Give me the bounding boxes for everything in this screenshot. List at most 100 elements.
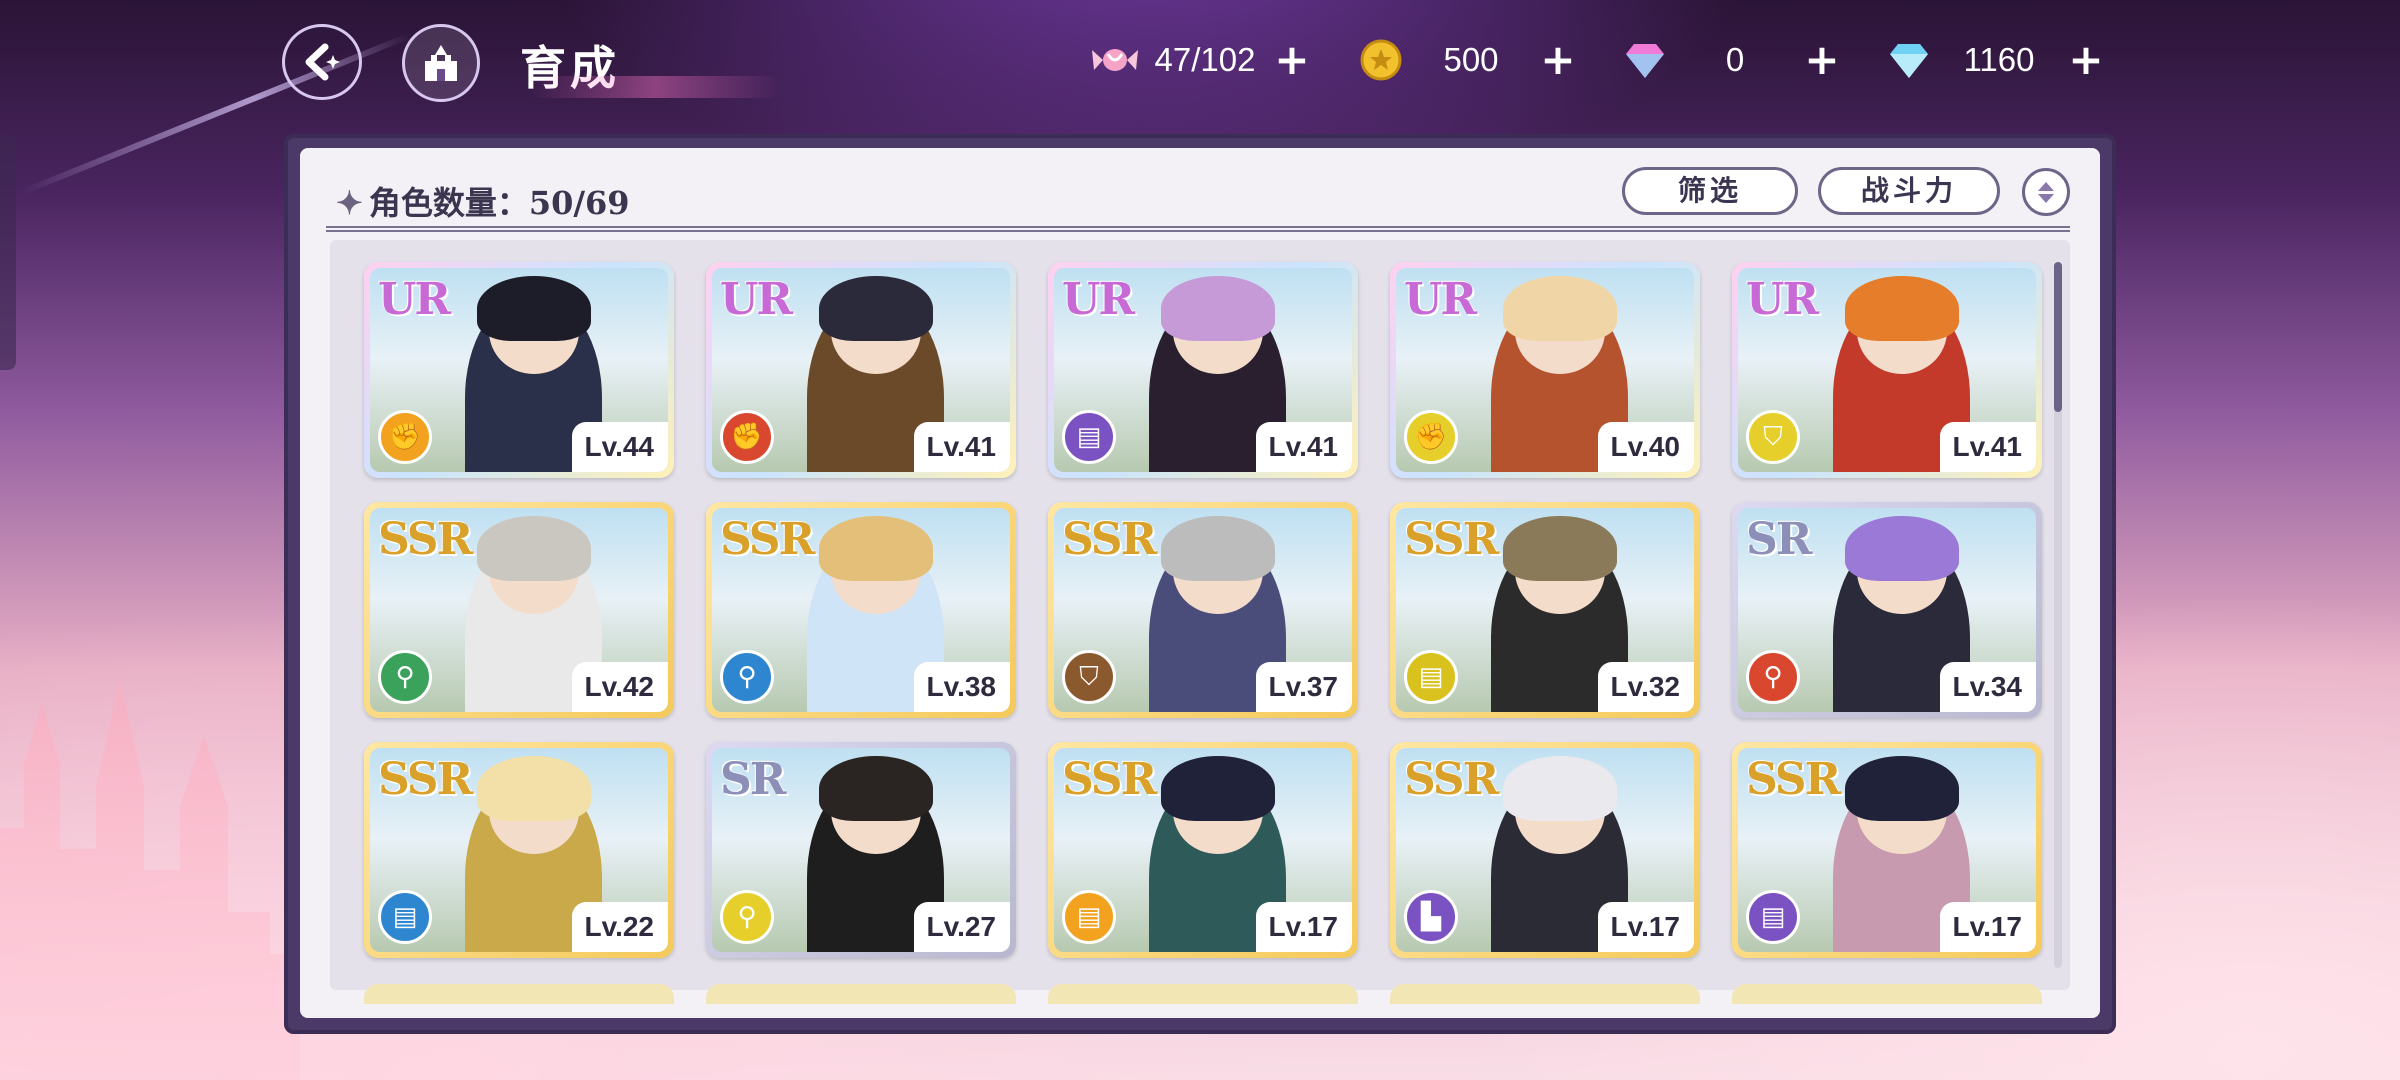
rarity-badge: SSR <box>378 754 473 805</box>
portrait-hair <box>1503 276 1617 342</box>
next-row-card[interactable] <box>706 984 1016 1004</box>
fist-role-icon: ✊ <box>720 410 774 464</box>
next-row-card[interactable] <box>1048 984 1358 1004</box>
filter-button[interactable]: 筛选 <box>1622 167 1798 215</box>
character-card[interactable]: SSR ▙ Lv.17 <box>1390 742 1700 958</box>
rarity-badge: SR <box>720 754 786 805</box>
shield-role-icon: ⛉ <box>1062 650 1116 704</box>
level-label: Lv.37 <box>1256 662 1352 712</box>
fist-role-icon: ✊ <box>1404 410 1458 464</box>
portrait-hair <box>819 516 933 582</box>
sort-up-icon <box>2038 181 2054 191</box>
sort-down-icon <box>2038 193 2054 203</box>
sparkle-icon: ✦ <box>336 184 363 222</box>
sort-by-power-button[interactable]: 战斗力 <box>1818 167 2000 215</box>
resource-pink-gem: 0 + <box>1620 34 1844 86</box>
add-gold-button[interactable]: + <box>1536 34 1580 86</box>
add-pink-gem-button[interactable]: + <box>1800 34 1844 86</box>
next-row-card[interactable] <box>364 984 674 1004</box>
level-label: Lv.17 <box>1598 902 1694 952</box>
character-portrait: SSR ⛉ Lv.37 <box>1054 508 1352 712</box>
character-portrait: UR ⛉ Lv.41 <box>1738 268 2036 472</box>
level-label: Lv.40 <box>1598 422 1694 472</box>
pink-gem-icon <box>1620 35 1670 85</box>
shield-role-icon: ⛉ <box>1746 410 1800 464</box>
character-card[interactable]: UR ▤ Lv.41 <box>1048 262 1358 478</box>
level-label: Lv.17 <box>1940 902 2036 952</box>
character-card[interactable]: UR ✊ Lv.44 <box>364 262 674 478</box>
rarity-badge: SSR <box>1404 754 1499 805</box>
diamond-value: 1160 <box>1963 41 2035 78</box>
level-label: Lv.42 <box>572 662 668 712</box>
level-label: Lv.44 <box>572 422 668 472</box>
character-portrait: SR ⚲ Lv.34 <box>1738 508 2036 712</box>
gold-coin-icon <box>1356 35 1406 85</box>
resource-candy: 47/102 + <box>1090 34 1314 86</box>
character-card[interactable]: SSR ⛉ Lv.37 <box>1048 502 1358 718</box>
rarity-badge: SSR <box>1062 754 1157 805</box>
rarity-badge: SSR <box>1404 514 1499 565</box>
character-portrait: SSR ▤ Lv.17 <box>1054 748 1352 952</box>
sort-order-button[interactable] <box>2022 168 2070 216</box>
level-label: Lv.17 <box>1256 902 1352 952</box>
character-card[interactable]: SSR ▤ Lv.17 <box>1732 742 2042 958</box>
level-label: Lv.22 <box>572 902 668 952</box>
portrait-hair <box>819 756 933 822</box>
character-portrait: SR ⚲ Lv.27 <box>712 748 1010 952</box>
rarity-badge: UR <box>720 274 793 325</box>
level-label: Lv.38 <box>914 662 1010 712</box>
character-card[interactable]: SSR ⚲ Lv.42 <box>364 502 674 718</box>
portrait-hair <box>1845 756 1959 822</box>
book-role-icon: ▤ <box>378 890 432 944</box>
character-card[interactable]: SSR ▤ Lv.32 <box>1390 502 1700 718</box>
scrollbar-thumb[interactable] <box>2054 262 2062 412</box>
boot-role-icon: ▙ <box>1404 890 1458 944</box>
add-candy-button[interactable]: + <box>1270 34 1314 86</box>
character-portrait: SSR ▤ Lv.32 <box>1396 508 1694 712</box>
candy-icon <box>1090 35 1140 85</box>
character-card[interactable]: SSR ⚲ Lv.38 <box>706 502 1016 718</box>
character-card[interactable]: SSR ▤ Lv.22 <box>364 742 674 958</box>
portrait-hair <box>1845 276 1959 342</box>
staff-role-icon: ⚲ <box>378 650 432 704</box>
rarity-badge: SR <box>1746 514 1812 565</box>
back-arrow-icon <box>305 43 340 81</box>
portrait-hair <box>1161 756 1275 822</box>
character-card[interactable]: UR ✊ Lv.40 <box>1390 262 1700 478</box>
next-row-card[interactable] <box>1732 984 2042 1004</box>
blue-diamond-icon <box>1884 35 1934 85</box>
character-count: ✦ 角色数量：50/69 <box>336 178 630 224</box>
next-row-card[interactable] <box>1390 984 1700 1004</box>
rarity-badge: UR <box>1746 274 1819 325</box>
back-button[interactable] <box>282 24 362 100</box>
character-card[interactable]: SR ⚲ Lv.27 <box>706 742 1016 958</box>
portrait-hair <box>1503 516 1617 582</box>
book-role-icon: ▤ <box>1404 650 1458 704</box>
level-label: Lv.41 <box>1256 422 1352 472</box>
level-label: Lv.32 <box>1598 662 1694 712</box>
character-card[interactable]: UR ✊ Lv.41 <box>706 262 1016 478</box>
level-label: Lv.41 <box>1940 422 2036 472</box>
level-label: Lv.27 <box>914 902 1010 952</box>
book-role-icon: ▤ <box>1062 410 1116 464</box>
character-portrait: UR ✊ Lv.40 <box>1396 268 1694 472</box>
portrait-hair <box>477 756 591 822</box>
side-drawer-handle[interactable] <box>0 135 16 370</box>
character-card[interactable]: SSR ▤ Lv.17 <box>1048 742 1358 958</box>
rarity-badge: SSR <box>1746 754 1841 805</box>
rarity-badge: UR <box>1404 274 1477 325</box>
rarity-badge: UR <box>378 274 451 325</box>
character-card[interactable]: UR ⛉ Lv.41 <box>1732 262 2042 478</box>
top-bar: 育成 47/102 + 500 + 0 + 1160 + <box>0 0 2400 120</box>
character-card[interactable]: SR ⚲ Lv.34 <box>1732 502 2042 718</box>
home-button[interactable] <box>402 24 480 102</box>
gold-value: 500 <box>1443 41 1499 78</box>
portrait-hair <box>1845 516 1959 582</box>
resource-diamond: 1160 + <box>1884 34 2108 86</box>
add-diamond-button[interactable]: + <box>2064 34 2108 86</box>
resource-gold: 500 + <box>1356 34 1580 86</box>
character-portrait: SSR ⚲ Lv.42 <box>370 508 668 712</box>
staff-role-icon: ⚲ <box>1746 650 1800 704</box>
character-portrait: UR ✊ Lv.44 <box>370 268 668 472</box>
rarity-badge: SSR <box>1062 514 1157 565</box>
